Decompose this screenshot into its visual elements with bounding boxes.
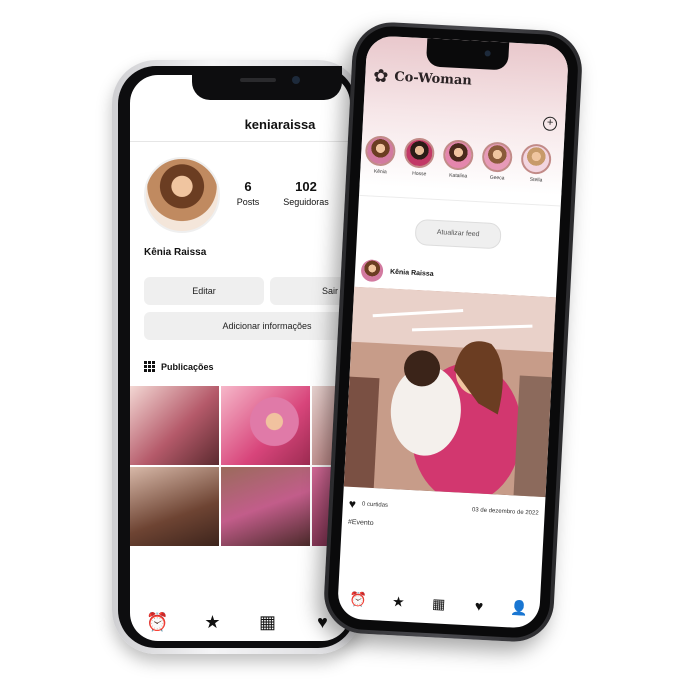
stat-posts-value: 6 <box>244 179 252 194</box>
stat-posts-label: Posts <box>236 197 260 207</box>
star-icon[interactable]: ★ <box>387 592 410 610</box>
alarm-clock-icon[interactable]: ⏰ <box>144 612 172 633</box>
phone-left-notch <box>192 66 342 100</box>
heart-icon[interactable]: ♥ <box>349 497 357 511</box>
post-image[interactable] <box>343 286 556 498</box>
post-author-name: Kênia Raissa <box>389 268 434 278</box>
publications-header: Publicações <box>144 361 214 372</box>
story-avatar <box>442 139 475 171</box>
story-item[interactable]: Stella <box>520 143 554 184</box>
photo-thumbnail[interactable] <box>221 386 310 465</box>
likes-count: 0 curtidas <box>361 501 389 509</box>
update-feed-button[interactable]: Atualizar feed <box>414 218 502 250</box>
post-author[interactable]: Kênia Raissa <box>360 259 435 285</box>
photo-thumbnail[interactable] <box>130 386 219 465</box>
likes: ♥ 0 curtidas <box>349 497 389 513</box>
stat-posts[interactable]: 6 Posts <box>228 179 268 207</box>
phone-left: keniaraissa 6 Posts 102 Seguidoras Kênia… <box>112 60 362 654</box>
grid-icon <box>144 361 155 372</box>
post-hashtag[interactable]: #Evento <box>348 519 374 527</box>
profile-icon[interactable]: 👤 <box>508 599 531 617</box>
photo-thumbnail[interactable] <box>221 467 310 546</box>
stat-followers[interactable]: 102 Seguidoras <box>278 179 334 207</box>
story-item[interactable]: Hosse <box>403 137 437 178</box>
profile-screen: keniaraissa 6 Posts 102 Seguidoras Kênia… <box>130 75 350 641</box>
profile-name: Kênia Raissa <box>144 247 207 258</box>
header-divider <box>130 141 350 142</box>
photo-thumbnail[interactable] <box>130 467 219 546</box>
story-item[interactable]: Geeca <box>481 141 515 182</box>
heart-icon[interactable]: ♥ <box>468 597 491 614</box>
post-author-avatar <box>360 259 384 283</box>
alarm-clock-icon[interactable]: ⏰ <box>347 590 370 608</box>
story-avatar <box>520 143 552 175</box>
stat-followers-value: 102 <box>295 179 317 194</box>
apps-grid-icon[interactable]: ▦ <box>427 595 450 613</box>
stories-divider <box>358 194 561 207</box>
profile-username: keniaraissa <box>244 117 316 132</box>
flower-logo-icon: ✿ <box>372 65 389 87</box>
bottom-tab-bar: ⏰ ★ ▦ ♥ 👤 <box>337 582 540 625</box>
bottom-tab-bar: ⏰ ★ ▦ ♥ <box>130 604 350 640</box>
story-item[interactable]: Katalina <box>442 139 476 180</box>
brand-name: Co-Woman <box>393 69 473 89</box>
profile-avatar[interactable] <box>144 157 220 233</box>
post-photo-illustration <box>343 286 556 498</box>
star-icon[interactable]: ★ <box>199 612 227 633</box>
apps-grid-icon[interactable]: ▦ <box>254 612 282 633</box>
post-actions: ♥ 0 curtidas 03 de dezembro de 2022 <box>349 497 539 521</box>
exit-button[interactable]: Sair <box>270 277 350 305</box>
story-item[interactable]: Kênia <box>364 135 398 176</box>
phone-right: ✿ Co-Woman + Kênia Hosse Katalina Geeca … <box>322 20 584 644</box>
add-info-button[interactable]: Adicionar informações <box>144 312 350 340</box>
post-date: 03 de dezembro de 2022 <box>471 507 539 517</box>
story-avatar <box>481 141 513 173</box>
edit-button[interactable]: Editar <box>144 277 264 305</box>
stat-followers-label: Seguidoras <box>283 197 329 207</box>
phone-right-notch <box>425 38 510 71</box>
feed-screen: ✿ Co-Woman + Kênia Hosse Katalina Geeca … <box>336 35 570 629</box>
story-avatar <box>403 137 436 169</box>
publications-label: Publicações <box>161 361 214 372</box>
photo-grid <box>130 386 350 546</box>
story-avatar <box>364 135 397 167</box>
